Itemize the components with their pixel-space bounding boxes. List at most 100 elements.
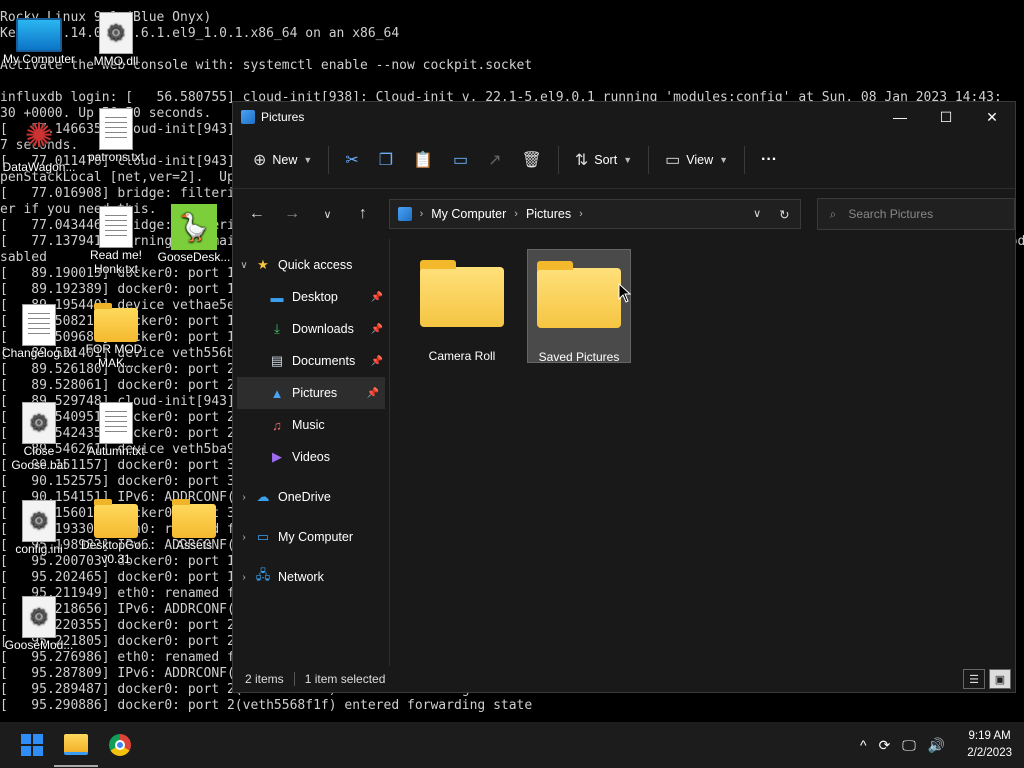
nav-item-videos[interactable]: ▶ Videos (233, 441, 389, 473)
more-options-button[interactable]: ··· (751, 144, 787, 176)
chevron-right-icon: › (419, 208, 424, 220)
title-bar[interactable]: Pictures — ☐ ✕ (233, 102, 1015, 132)
new-button[interactable]: ⊕ New ▼ (243, 144, 322, 176)
settings-file-icon: ⚙ (99, 12, 133, 54)
maximize-button[interactable]: ☐ (923, 102, 969, 132)
large-icons-view-button[interactable]: ▣ (989, 669, 1011, 689)
forward-button[interactable]: → (276, 198, 307, 230)
desktop-icon-goosedesktop[interactable]: 🪿 GooseDesk... (156, 204, 232, 264)
chevron-right-icon[interactable]: › (233, 492, 255, 503)
breadcrumb-pictures[interactable]: Pictures (526, 207, 571, 221)
breadcrumb-my-computer[interactable]: My Computer (431, 207, 506, 221)
toolbar-divider (648, 146, 650, 174)
delete-button[interactable]: 🗑 (512, 144, 552, 176)
view-icon: ▭ (665, 152, 681, 169)
desktop-icon-datawagon[interactable]: ✺ DataWagon... (1, 114, 77, 174)
star-icon: ★ (257, 257, 269, 272)
view-button[interactable]: ▭ View ▼ (655, 144, 738, 176)
network-icon[interactable]: 🖵 (902, 737, 916, 754)
nav-item-desktop[interactable]: ▬ Desktop 📌 (233, 281, 389, 313)
paste-button[interactable]: 📋 (403, 144, 443, 176)
nav-item-music[interactable]: ♫ Music (233, 409, 389, 441)
taskbar-file-explorer[interactable] (54, 723, 98, 767)
copy-button[interactable]: ❐ (369, 144, 403, 176)
recent-locations-button[interactable]: ∨ (312, 198, 343, 230)
selection-count: 1 item selected (304, 672, 386, 686)
chevron-down-icon[interactable]: ∨ (233, 260, 255, 271)
rename-icon: ▭ (453, 152, 469, 169)
music-icon: ♫ (272, 417, 282, 433)
desktop-icon-patrons-txt[interactable]: patrons.txt (78, 108, 154, 164)
arrow-right-icon: → (284, 205, 301, 222)
nav-item-pictures[interactable]: ▲ Pictures 📌 (237, 377, 385, 409)
text-file-icon (22, 304, 56, 346)
refresh-icon[interactable]: ↻ (779, 207, 789, 222)
desktop-icon-config-ini[interactable]: ⚙ config.ini (1, 500, 77, 556)
nav-onedrive[interactable]: › ☁ OneDrive (233, 481, 389, 513)
desktop-icon-assets[interactable]: Assets (156, 498, 232, 552)
arrow-up-icon: ↑ (358, 205, 367, 222)
folder-item-camera-roll[interactable]: Camera Roll (410, 249, 514, 363)
desktop-icon-mmo-dll[interactable]: ⚙ MMO.dll (78, 12, 154, 68)
cloud-icon: ☁ (256, 489, 270, 504)
toolbar-divider (328, 146, 330, 174)
nav-network[interactable]: › 🖧 Network (233, 561, 389, 593)
details-view-button[interactable]: ☰ (963, 669, 985, 689)
minimize-button[interactable]: — (877, 102, 923, 132)
rename-button[interactable]: ▭ (443, 144, 478, 176)
chrome-icon (109, 734, 131, 756)
item-count: 2 items (245, 672, 284, 686)
nav-item-documents[interactable]: ▤ Documents 📌 (233, 345, 389, 377)
documents-icon: ▤ (270, 353, 284, 368)
goose-icon: 🪿 (171, 204, 217, 250)
arrow-left-icon: ← (248, 205, 265, 222)
cut-button[interactable]: ✂ (335, 144, 368, 176)
desktop-icon-my-computer[interactable]: My Computer (1, 12, 77, 66)
explorer-body: ∨ ★ Quick access ▬ Desktop 📌 ⤓ Downloads… (233, 239, 1015, 666)
show-hidden-icons-button[interactable]: ^ (860, 737, 867, 753)
pictures-icon: ▲ (270, 385, 284, 401)
nav-my-computer[interactable]: › ▭ My Computer (233, 521, 389, 553)
chevron-right-icon: › (514, 208, 518, 220)
back-button[interactable]: ← (241, 198, 272, 230)
file-list: Camera Roll Saved Pictures (390, 239, 1015, 666)
text-file-icon (99, 108, 133, 150)
start-button[interactable] (10, 723, 54, 767)
toolbar-divider (744, 146, 746, 174)
paste-icon: 📋 (413, 152, 434, 169)
volume-icon[interactable]: 🔊 (928, 737, 945, 754)
clock-time: 9:19 AM (968, 730, 1011, 742)
taskbar-chrome[interactable] (98, 723, 142, 767)
desktop-icon-close-goose[interactable]: ⚙ Close Goose.bat (1, 402, 77, 472)
sort-button[interactable]: ⇅ Sort ▼ (565, 144, 642, 176)
nav-quick-access[interactable]: ∨ ★ Quick access (233, 249, 389, 281)
monitor-icon (16, 18, 62, 52)
search-input[interactable] (846, 206, 1001, 222)
chevron-right-icon[interactable]: › (233, 532, 255, 543)
address-bar[interactable]: › My Computer › Pictures › ∨ ↻ (388, 199, 801, 229)
desktop-icon-desktopgoose-folder[interactable]: DesktopGo... v0.31 (78, 498, 154, 566)
taskbar: ^ ⟳ 🖵 🔊 9:19 AM 2/2/2023 (0, 722, 1024, 768)
close-button[interactable]: ✕ (969, 102, 1015, 132)
clock[interactable]: 9:19 AM 2/2/2023 (967, 728, 1012, 762)
share-button[interactable]: ↗ (478, 144, 511, 176)
search-box[interactable]: ⌕ (816, 198, 1016, 230)
folder-icon (94, 499, 138, 538)
up-button[interactable]: ↑ (347, 198, 378, 230)
desktop-icon-for-mod-makers[interactable]: FOR MOD-MAK... (78, 302, 154, 370)
chevron-right-icon: › (579, 208, 583, 220)
folder-icon (420, 260, 504, 327)
desktop-icon-goosemod[interactable]: ⚙ GooseMod... (1, 596, 77, 652)
scissors-icon: ✂ (345, 152, 359, 169)
toolbar-divider (557, 146, 559, 174)
desktop-icon-autumn-txt[interactable]: Autumn.txt (78, 402, 154, 458)
file-explorer-window: Pictures — ☐ ✕ ⊕ New ▼ ✂ ❐ 📋 ▭ ↗ 🗑 ⇅ Sor… (232, 101, 1016, 693)
pin-icon: 📌 (370, 355, 383, 367)
sync-error-icon[interactable]: ⟳ (879, 737, 891, 754)
desktop-icon-read-me[interactable]: Read me! Honk.txt (78, 206, 154, 276)
nav-item-downloads[interactable]: ⤓ Downloads 📌 (233, 313, 389, 345)
chevron-right-icon[interactable]: › (233, 572, 255, 583)
address-dropdown-icon[interactable]: ∨ (753, 207, 761, 222)
folder-item-saved-pictures[interactable]: Saved Pictures (527, 249, 631, 364)
desktop-icon-changelog[interactable]: Changelog.txt (1, 304, 77, 360)
